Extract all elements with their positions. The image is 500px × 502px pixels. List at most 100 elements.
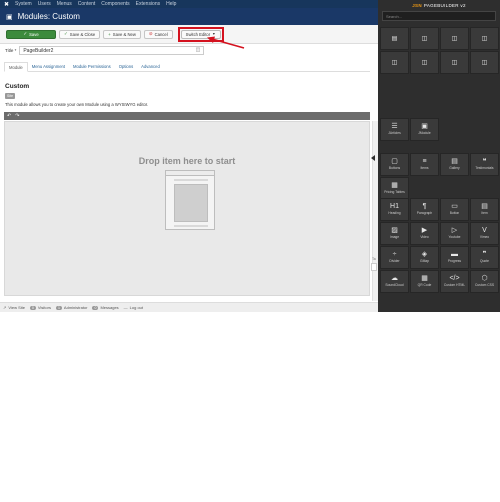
panel-collapse-handle[interactable] — [371, 155, 375, 161]
messages-status[interactable]: 0 Messages — [92, 305, 119, 310]
widget-label: Custom CSS — [474, 283, 495, 288]
nav-content[interactable]: Content — [78, 1, 96, 7]
layout-3-col-a[interactable]: ◫ — [440, 51, 469, 74]
layout-2-col-a[interactable]: ◫ — [380, 51, 409, 74]
widget-gallery[interactable]: ▤ Gallery — [440, 153, 469, 176]
divider-icon: ÷ — [392, 251, 397, 259]
tab-advanced[interactable]: Advanced — [137, 61, 164, 71]
widget-video[interactable]: ▶ Video — [410, 222, 439, 245]
save-close-label: Save & Close — [69, 31, 96, 37]
widget-label: JModule — [418, 131, 431, 136]
widget-divider[interactable]: ÷ Divider — [380, 246, 409, 269]
layout-icon: ◫ — [391, 59, 398, 66]
widget-item[interactable]: ▤ Item — [470, 198, 499, 221]
check-icon: ✓ — [23, 31, 28, 36]
hidden-input-stub[interactable] — [371, 263, 377, 271]
layout-3-col[interactable]: ◫ — [440, 27, 469, 50]
widget-quote[interactable]: ❞ Quote — [470, 246, 499, 269]
widget-button[interactable]: ▭ Button — [440, 198, 469, 221]
layout-1-col[interactable]: ▤ — [380, 27, 409, 50]
widget-jmodule[interactable]: ▣ JModule — [410, 118, 439, 141]
layout-2-col[interactable]: ◫ — [410, 27, 439, 50]
title-label: Title * — [5, 48, 17, 53]
widget-paragraph[interactable]: ¶ Paragraph — [410, 198, 439, 221]
layout-icon: ◫ — [451, 35, 458, 42]
nav-extensions[interactable]: Extensions — [136, 1, 160, 7]
view-site-link[interactable]: ↗ View Site — [3, 305, 25, 310]
save-button[interactable]: ✓ Save — [6, 29, 56, 39]
video-icon: ▶ — [421, 227, 428, 235]
visitors-count: 0 — [29, 305, 36, 310]
widget-soundcloud[interactable]: ☁ SoundCloud — [380, 270, 409, 293]
layout-icon: ◫ — [421, 59, 428, 66]
widget-pricing-tables[interactable]: ▦ Pricing Tables — [380, 177, 409, 200]
drop-zone[interactable]: Drop item here to start — [4, 121, 370, 296]
map-icon: ◈ — [421, 251, 428, 259]
save-close-button[interactable]: ✓ Save & Close — [59, 29, 101, 39]
pagebuilder-search-input[interactable]: Search... — [382, 11, 496, 21]
save-new-button[interactable]: + Save & New — [103, 29, 141, 39]
widget-testimonials[interactable]: ❝ Testimonials — [470, 153, 499, 176]
redo-icon[interactable]: ↷ — [15, 113, 19, 119]
widget-custom-html[interactable]: </> Custom HTML — [440, 270, 469, 293]
tab-bar: Module Menu Assignment Module Permission… — [4, 61, 370, 72]
widget-progress[interactable]: ▬ Progress — [440, 246, 469, 269]
visitors-status: 0 Visitors — [29, 305, 51, 310]
save-new-label: Save & New — [112, 31, 136, 37]
pagebuilder-title: PAGEBUILDER v2 — [423, 2, 466, 8]
widget-items[interactable]: ≡ Items — [410, 153, 439, 176]
tab-module[interactable]: Module — [4, 62, 28, 72]
tab-options[interactable]: Options — [115, 61, 137, 71]
cancel-button[interactable]: ⊘ Cancel — [143, 29, 173, 39]
widget-vimeo[interactable]: V Vimeo — [470, 222, 499, 245]
tab-module-permissions[interactable]: Module Permissions — [69, 61, 115, 71]
widget-label: Gallery — [449, 166, 460, 171]
nav-help[interactable]: Help — [166, 1, 176, 7]
nav-menus[interactable]: Menus — [57, 1, 72, 7]
joomla-logo-icon[interactable]: ✖ — [4, 1, 9, 8]
widget-custom-css[interactable]: ⬡ Custom CSS — [470, 270, 499, 293]
check-icon: ✓ — [64, 31, 68, 36]
widget-label: Image — [389, 235, 400, 240]
logout-link[interactable]: — Log out — [124, 305, 143, 310]
module-description: This module allows you to create your ow… — [5, 102, 149, 107]
nav-system[interactable]: System — [15, 1, 32, 7]
layout-4-col[interactable]: ◫ — [470, 27, 499, 50]
css-icon: ⬡ — [481, 275, 488, 283]
widget-label: Item — [481, 211, 488, 216]
widget-youtube[interactable]: ▷ Youtube — [440, 222, 469, 245]
nav-users[interactable]: Users — [38, 1, 51, 7]
annotation-arrow-icon — [207, 36, 245, 49]
toolbar: ✓ Save ✓ Save & Close + Save & New ⊘ Can… — [0, 25, 378, 44]
layout-icon: ◫ — [451, 59, 458, 66]
layout-icon: ◫ — [421, 35, 428, 42]
minus-icon: — — [123, 305, 128, 310]
title-input[interactable]: PageBuilder2 ◫ — [19, 46, 205, 55]
widget-buttons[interactable]: ▢ Buttons — [380, 153, 409, 176]
widget-image[interactable]: ▨ Image — [380, 222, 409, 245]
widget-gmap[interactable]: ◈ GMap — [410, 246, 439, 269]
widget-label: Custom HTML — [443, 283, 466, 288]
tab-menu-assignment[interactable]: Menu Assignment — [28, 61, 69, 71]
soundcloud-icon: ☁ — [391, 275, 398, 283]
list-icon: ☰ — [391, 123, 398, 131]
page-title: Modules: Custom — [17, 12, 80, 21]
widget-jarticles[interactable]: ☰ JArticles — [380, 118, 409, 141]
widget-heading[interactable]: H1 Heading — [380, 198, 409, 221]
layout-2-col-b[interactable]: ◫ — [410, 51, 439, 74]
cube-icon: ▣ — [421, 123, 428, 131]
widget-label: JArticles — [388, 131, 401, 136]
widget-qr-code[interactable]: ▦ QR Code — [410, 270, 439, 293]
widget-label: Video — [420, 235, 429, 240]
layout-icon: ▤ — [391, 35, 398, 42]
trash-icon[interactable]: ◫ — [196, 47, 201, 53]
save-label: Save — [29, 31, 39, 37]
widget-label: Vimeo — [479, 235, 490, 240]
undo-icon[interactable]: ↶ — [7, 113, 11, 119]
element-widgets-grid: H1 Heading ¶ Paragraph ▭ Button ▤ Item ▨… — [380, 198, 499, 293]
visitors-label: Visitors — [37, 305, 51, 310]
pagebuilder-header: JSN PAGEBUILDER v2 — [378, 0, 500, 10]
layout-3-col-b[interactable]: ◫ — [470, 51, 499, 74]
nav-components[interactable]: Components — [101, 1, 129, 7]
quote-icon: ❞ — [482, 251, 487, 259]
